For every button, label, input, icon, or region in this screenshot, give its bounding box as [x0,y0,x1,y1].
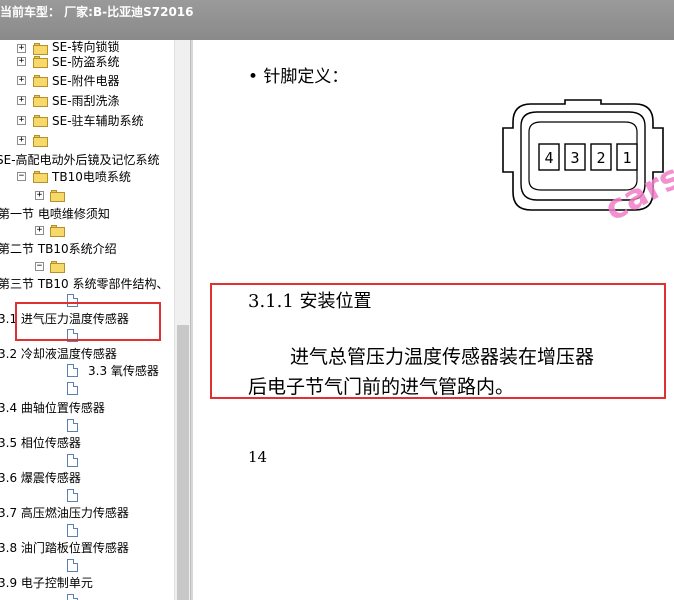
page-icon [67,454,78,467]
tree-item[interactable]: 3.2 冷却液温度传感器 [0,345,174,363]
tree-item-label: 3.2 冷却液温度传感器 [0,347,117,361]
tree-item-label: 第二节 TB10系统介绍 [0,242,117,256]
tree-item[interactable]: 第二节 TB10系统介绍 [0,240,174,258]
tree-item[interactable]: 3.8 油门踏板位置传感器 [0,539,174,557]
collapse-minus-icon[interactable]: − [35,262,44,271]
tree-item-label: 3.1 进气压力温度传感器 [0,312,129,326]
tree-item[interactable] [0,522,174,540]
tree-item[interactable]: + SE-防盗系统 [0,53,174,71]
toc-sidebar[interactable]: + SE-转向锁锁 + SE-防盗系统 + SE-附件电器 + SE-雨刮洗涤 … [0,40,190,600]
tree-item-label: 3.4 曲轴位置传感器 [0,401,105,415]
expand-plus-icon[interactable]: + [17,57,26,66]
page-icon [67,419,78,432]
tree-item[interactable]: + [0,222,174,240]
paragraph-line: 后电子节气门前的进气管路内。 [248,376,515,398]
page-icon [67,594,78,600]
page-number: 14 [248,448,268,466]
sidebar-scrollbar[interactable] [174,40,190,600]
folder-icon [33,95,49,107]
collapse-minus-icon[interactable]: − [17,172,26,181]
document-pane: • 针脚定义： 4 3 2 1 cars8 3.1.1 安装位置 进气总管压力温… [193,40,674,600]
tree-item[interactable] [0,380,174,398]
tree-item[interactable]: − TB10电喷系统 [0,168,174,186]
pin-label: 3 [570,149,579,167]
page-icon [67,524,78,537]
paragraph-line: 进气总管压力温度传感器装在增压器 [290,346,595,368]
titlebar-text: 当前车型： 厂家:B-比亚迪S72016 [0,5,194,19]
tree-item[interactable]: 第三节 TB10 系统零部件结构、 [0,275,174,293]
folder-icon [33,56,49,68]
folder-icon [33,135,49,147]
tree-item-label: 3.7 高压燃油压力传感器 [0,506,129,520]
tree-item-label: 3.9 电子控制单元 [0,576,93,590]
tree-item-label: 3.8 油门踏板位置传感器 [0,541,129,555]
tree-item[interactable] [0,487,174,505]
tree-item[interactable]: 3.4 曲轴位置传感器 [0,399,174,417]
open-folder-icon [33,171,49,183]
tree-item-label: SE-驻车辅助系统 [52,114,144,128]
expand-plus-icon[interactable]: + [35,226,44,235]
section-heading: 3.1.1 安装位置 [248,291,372,312]
connector-diagram: 4 3 2 1 cars8 [502,99,674,222]
expand-plus-icon[interactable]: + [17,116,26,125]
expand-plus-icon[interactable]: + [17,76,26,85]
pin-label: 2 [596,149,605,167]
expand-plus-icon[interactable]: + [17,44,26,53]
tree-item[interactable] [0,292,174,310]
tree-item[interactable]: + SE-附件电器 [0,72,174,90]
folder-icon [50,190,66,202]
tree-item[interactable] [0,592,174,600]
tree-item[interactable]: + SE-雨刮洗涤 [0,92,174,110]
tree-item-label: 第三节 TB10 系统零部件结构、 [0,277,169,291]
tree-item[interactable] [0,327,174,345]
window-titlebar: 当前车型： 厂家:B-比亚迪S72016 [0,0,674,40]
pin-label: 4 [544,149,553,167]
tree-item[interactable] [0,557,174,575]
tree-item-label: SE-附件电器 [52,74,120,88]
tree-item-label: SE-高配电动外后镜及记忆系统 [0,153,160,167]
tree-item[interactable]: 3.5 相位传感器 [0,434,174,452]
tree-item[interactable] [0,452,174,470]
pin-label: 1 [622,149,631,167]
tree-item-selected[interactable]: 3.1 进气压力温度传感器 [0,310,174,328]
folder-icon [33,75,49,87]
tree-item-label: 3.5 相位传感器 [0,436,81,450]
tree-item[interactable]: 第一节 电喷维修须知 [0,205,174,223]
expand-plus-icon[interactable]: + [17,136,26,145]
tree-item-label: 第一节 电喷维修须知 [0,207,110,221]
scrollbar-thumb[interactable] [177,325,189,600]
page-icon [67,329,78,342]
tree-item-label: TB10电喷系统 [52,170,131,184]
page-icon [67,364,78,377]
page-icon [67,559,78,572]
tree-item[interactable]: 3.6 爆震传感器 [0,469,174,487]
folder-icon [50,225,66,237]
expand-plus-icon[interactable]: + [35,191,44,200]
tree-item[interactable]: 3.9 电子控制单元 [0,574,174,592]
tree-item[interactable] [0,417,174,435]
tree-item-label: SE-雨刮洗涤 [52,94,120,108]
tree-item-label: SE-防盗系统 [52,55,120,69]
tree-item[interactable]: SE-高配电动外后镜及记忆系统 [0,151,174,169]
pin-definition-heading: • 针脚定义： [248,67,349,87]
folder-icon [33,115,49,127]
page-icon [67,489,78,502]
tree-item[interactable]: 3.3 氧传感器 [0,362,174,380]
open-folder-icon [50,261,66,273]
tree-item[interactable]: − [0,258,174,276]
tree-item-label: 3.6 爆震传感器 [0,471,81,485]
tree-item[interactable]: 3.7 高压燃油压力传感器 [0,504,174,522]
tree-item[interactable]: + [0,187,174,205]
page-icon [67,294,78,307]
page-icon [67,382,78,395]
expand-plus-icon[interactable]: + [17,96,26,105]
tree-item[interactable]: + [0,132,174,150]
tree-item-label: 3.3 氧传感器 [88,364,159,378]
tree-item[interactable]: + SE-驻车辅助系统 [0,112,174,130]
